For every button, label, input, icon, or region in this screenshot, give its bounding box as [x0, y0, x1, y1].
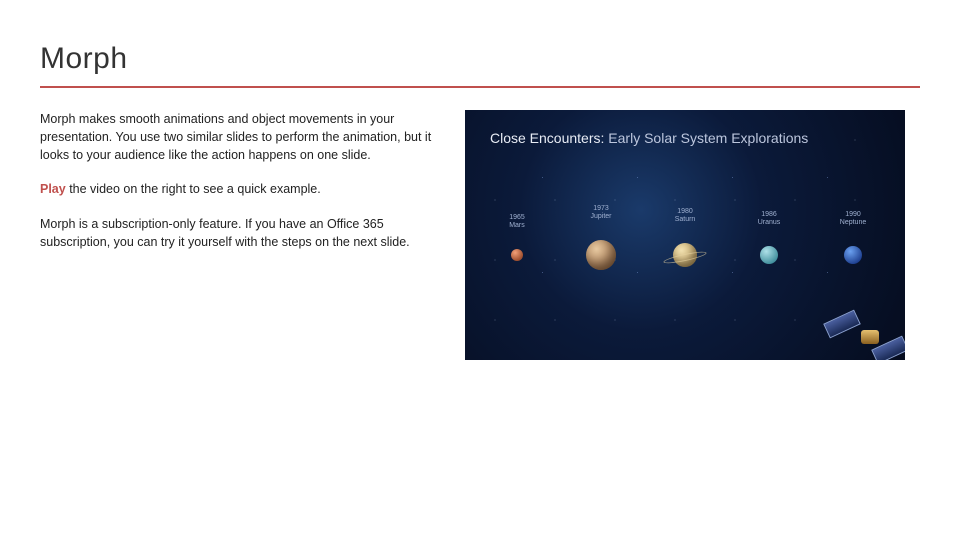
video-title-main: Close Encounters: — [490, 130, 608, 146]
planet-icon — [511, 249, 523, 261]
planet-icon — [844, 246, 862, 264]
satellite-icon — [819, 289, 905, 360]
paragraph-2: Play the video on the right to see a qui… — [40, 180, 435, 198]
paragraph-2-rest: the video on the right to see a quick ex… — [66, 182, 321, 196]
slide-title: Morph — [40, 42, 920, 76]
planet-label: 1980 Saturn — [675, 208, 696, 225]
planet-label: 1986 Uranus — [758, 211, 781, 228]
paragraph-1: Morph makes smooth animations and object… — [40, 110, 435, 164]
title-underline — [40, 86, 920, 88]
planet-label: 1973 Jupiter — [590, 205, 611, 222]
video-thumbnail[interactable]: Close Encounters: Early Solar System Exp… — [465, 110, 905, 360]
planet-mars: 1965 Mars — [483, 214, 551, 261]
planet-icon — [586, 240, 616, 270]
text-column: Morph makes smooth animations and object… — [40, 110, 435, 360]
planet-jupiter: 1973 Jupiter — [567, 205, 635, 270]
planet-icon — [760, 246, 778, 264]
planet-uranus: 1986 Uranus — [735, 211, 803, 264]
planet-neptune: 1990 Neptune — [819, 211, 887, 264]
planets-row: 1965 Mars 1973 Jupiter 1980 Saturn 1986 Ura… — [475, 205, 895, 270]
planet-saturn: 1980 Saturn — [651, 208, 719, 267]
planet-icon — [673, 243, 697, 267]
content-row: Morph makes smooth animations and object… — [40, 110, 920, 360]
paragraph-3: Morph is a subscription-only feature. If… — [40, 215, 435, 251]
planet-label: 1990 Neptune — [840, 211, 866, 228]
video-title-sub: Early Solar System Explorations — [608, 130, 808, 146]
play-word: Play — [40, 182, 66, 196]
video-title: Close Encounters: Early Solar System Exp… — [490, 130, 885, 146]
planet-label: 1965 Mars — [509, 214, 525, 231]
slide: Morph Morph makes smooth animations and … — [0, 0, 960, 540]
